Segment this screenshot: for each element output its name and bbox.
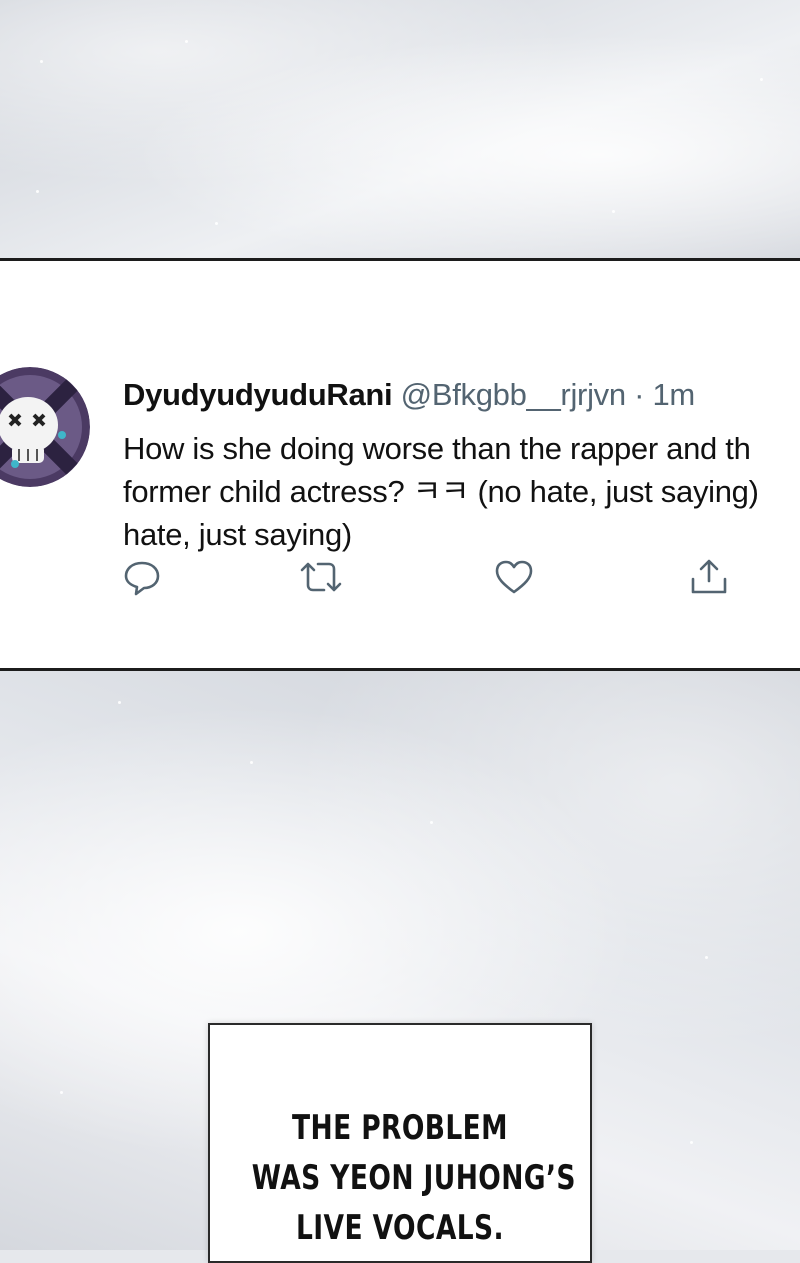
reply-icon — [124, 561, 160, 596]
display-name[interactable]: DyudyudyuduRani — [123, 377, 393, 412]
share-icon — [691, 559, 727, 594]
share-button[interactable] — [688, 557, 728, 597]
user-handle[interactable]: @Bfkgbb__rjrjvn — [401, 377, 626, 412]
background-speck — [185, 40, 188, 43]
caption-line: THE PROBLEM — [292, 1108, 508, 1148]
avatar[interactable] — [0, 367, 90, 487]
tweet-card: DyudyudyuduRani @Bfkgbb__rjrjvn · 1m How… — [0, 258, 800, 671]
tweet-text-line: former child actress? ㅋㅋ (no hate, just … — [123, 474, 759, 509]
narration-caption-box: THE PROBLEM WAS YEON JUHONG’S LIVE VOCAL… — [208, 1023, 592, 1263]
caption-line: WAS YEON JUHONG’S — [251, 1158, 576, 1198]
reply-button[interactable] — [122, 557, 162, 597]
background-speck — [760, 78, 763, 81]
background-speck — [612, 210, 615, 213]
tweet-timestamp[interactable]: 1m — [652, 377, 695, 412]
background-speck — [36, 190, 39, 193]
background-speck — [690, 1141, 693, 1144]
narration-text: THE PROBLEM WAS YEON JUHONG’S LIVE VOCAL… — [251, 1103, 576, 1253]
background-speck — [60, 1091, 63, 1094]
tweet-header: DyudyudyuduRani @Bfkgbb__rjrjvn · 1m — [123, 377, 695, 413]
background-speck — [215, 222, 218, 225]
background-speck — [705, 956, 708, 959]
tweet-text-line: How is she doing worse than the rapper a… — [123, 431, 751, 466]
like-button[interactable] — [493, 557, 533, 597]
caption-line: LIVE VOCALS. — [296, 1208, 504, 1248]
skull-avatar-icon — [0, 367, 90, 487]
background-panel-top — [0, 0, 800, 258]
background-speck — [430, 821, 433, 824]
separator-dot: · — [634, 377, 645, 412]
tweet-body: How is she doing worse than the rapper a… — [123, 427, 800, 556]
retweet-icon — [300, 562, 342, 592]
tweet-text-line: hate, just saying) — [123, 517, 352, 552]
background-speck — [250, 761, 253, 764]
like-icon — [495, 560, 533, 594]
retweet-button[interactable] — [298, 557, 342, 597]
background-speck — [40, 60, 43, 63]
background-speck — [118, 701, 121, 704]
